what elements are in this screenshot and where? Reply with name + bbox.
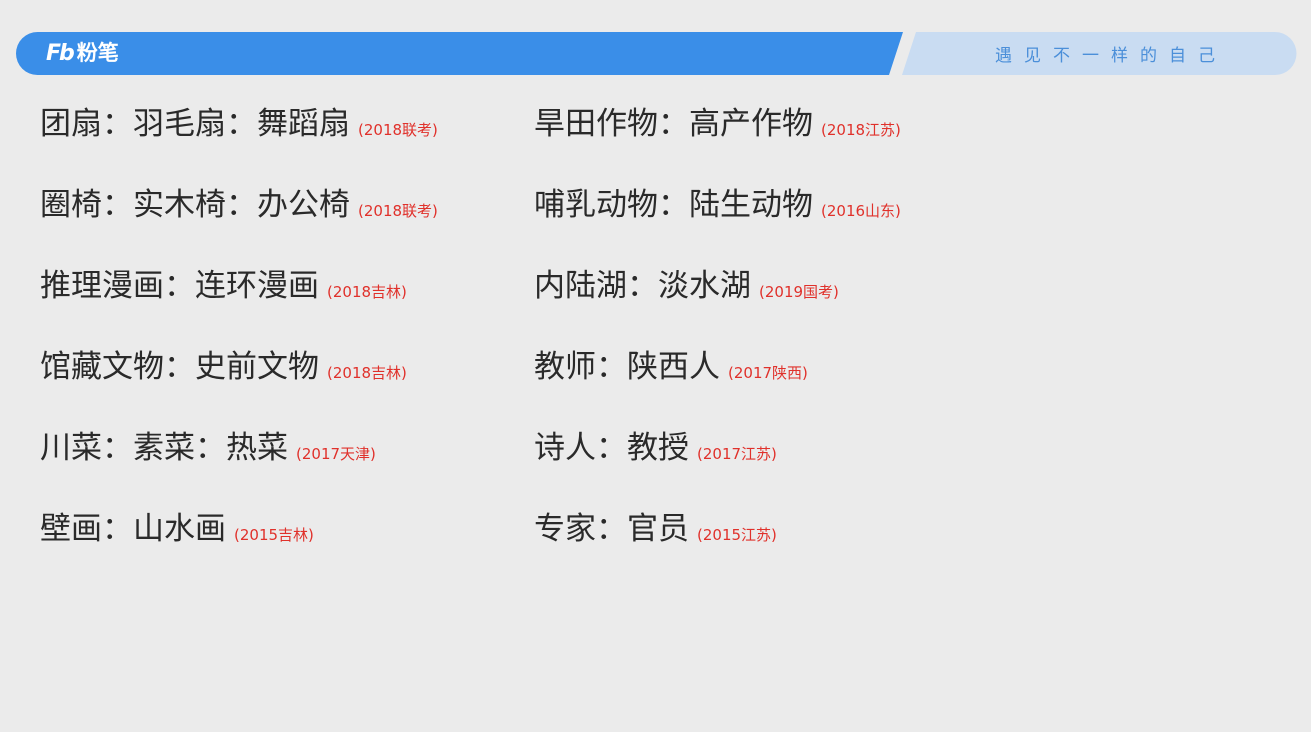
- item-source: (2015吉林): [234, 526, 314, 544]
- brand-logo: Fb 粉笔: [46, 37, 119, 70]
- list-item: 推理漫画：连环漫画 (2018吉林): [40, 262, 534, 343]
- list-item: 壁画：山水画 (2015吉林): [40, 505, 534, 586]
- list-item: 诗人：教授 (2017江苏): [534, 424, 994, 505]
- item-text: 壁画：山水画: [40, 511, 226, 547]
- item-source: (2017天津): [296, 445, 376, 463]
- item-text: 馆藏文物：史前文物: [40, 349, 319, 385]
- item-source: (2018联考): [358, 202, 438, 220]
- item-text: 团扇：羽毛扇：舞蹈扇: [40, 106, 350, 142]
- item-text: 旱田作物：高产作物: [534, 106, 813, 142]
- list-item: 团扇：羽毛扇：舞蹈扇 (2018联考): [40, 100, 534, 181]
- analogy-list: 团扇：羽毛扇：舞蹈扇 (2018联考) 旱田作物：高产作物 (2018江苏) 圈…: [40, 100, 1040, 586]
- item-source: (2018吉林): [327, 283, 407, 301]
- item-source: (2018江苏): [821, 121, 901, 139]
- item-source: (2019国考): [759, 283, 839, 301]
- item-source: (2015江苏): [697, 526, 777, 544]
- header-banner: Fb 粉笔 遇见不一样的自己: [16, 32, 1297, 75]
- item-source: (2018联考): [358, 121, 438, 139]
- item-text: 教师：陕西人: [534, 349, 720, 385]
- list-item: 专家：官员 (2015江苏): [534, 505, 994, 586]
- item-text: 内陆湖：淡水湖: [534, 268, 751, 304]
- item-text: 诗人：教授: [534, 430, 689, 466]
- item-text: 专家：官员: [534, 511, 689, 547]
- list-item: 馆藏文物：史前文物 (2018吉林): [40, 343, 534, 424]
- item-source: (2016山东): [821, 202, 901, 220]
- item-source: (2017江苏): [697, 445, 777, 463]
- item-text: 川菜：素菜：热菜: [40, 430, 288, 466]
- item-text: 圈椅：实木椅：办公椅: [40, 187, 350, 223]
- slide: Fb 粉笔 遇见不一样的自己 团扇：羽毛扇：舞蹈扇 (2018联考) 旱田作物：…: [0, 0, 1311, 732]
- list-item: 旱田作物：高产作物 (2018江苏): [534, 100, 994, 181]
- item-source: (2018吉林): [327, 364, 407, 382]
- list-item: 内陆湖：淡水湖 (2019国考): [534, 262, 994, 343]
- logo-mark: Fb: [46, 40, 75, 66]
- logo-text: 粉笔: [76, 41, 119, 65]
- list-item: 川菜：素菜：热菜 (2017天津): [40, 424, 534, 505]
- list-item: 教师：陕西人 (2017陕西): [534, 343, 994, 424]
- item-source: (2017陕西): [728, 364, 808, 382]
- slogan: 遇见不一样的自己: [995, 46, 1227, 66]
- list-item: 哺乳动物：陆生动物 (2016山东): [534, 181, 994, 262]
- list-item: 圈椅：实木椅：办公椅 (2018联考): [40, 181, 534, 262]
- item-text: 推理漫画：连环漫画: [40, 268, 319, 304]
- item-text: 哺乳动物：陆生动物: [534, 187, 813, 223]
